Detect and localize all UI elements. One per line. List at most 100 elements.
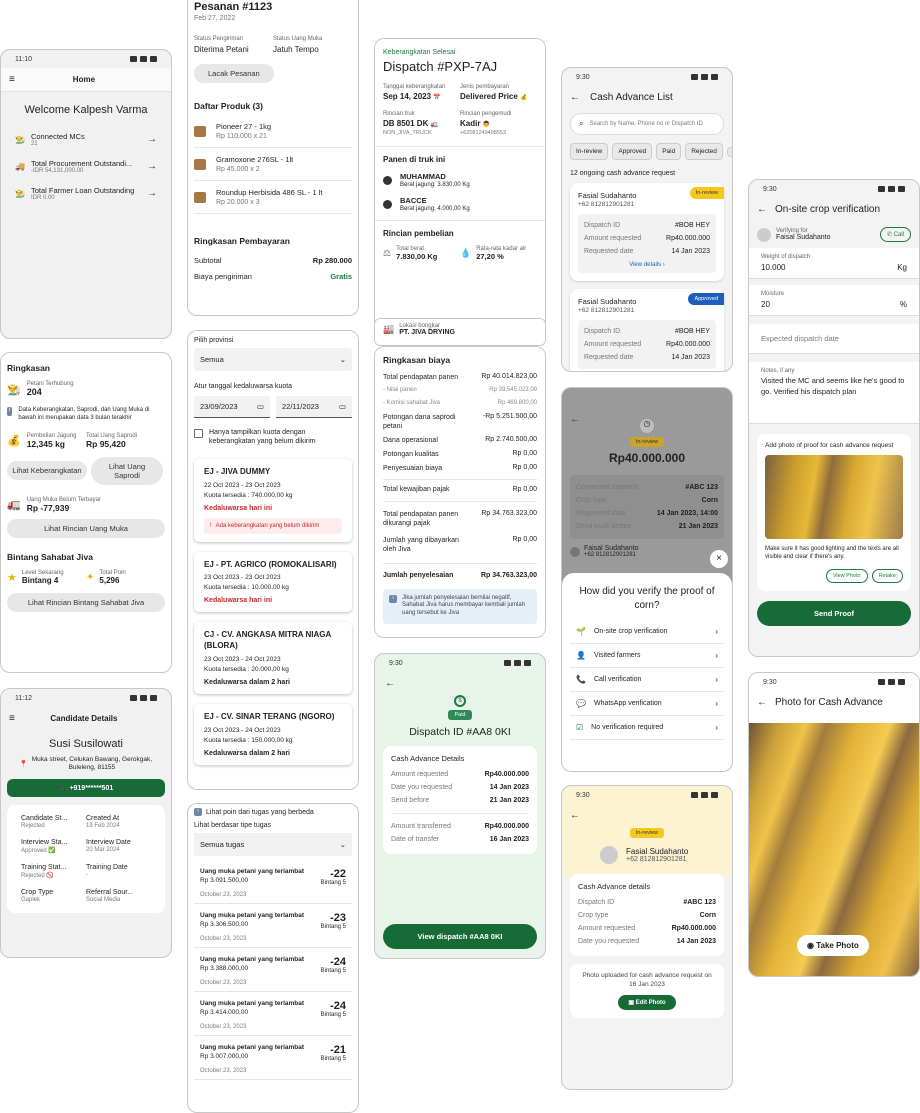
- home-item[interactable]: 🚚 Total Procurement Outstandi... -IDR 54,1…: [1, 153, 171, 180]
- clock-icon: ◷: [640, 419, 654, 433]
- verify-option[interactable]: ☑ No verification required ›: [570, 716, 724, 740]
- detail-row: Crop type Corn: [576, 494, 718, 507]
- tgl-value: Sep 14, 2023: [383, 92, 432, 101]
- task-type-select[interactable]: Semua tugas ⌄: [194, 833, 352, 856]
- weight-field[interactable]: Weight of dispatch 10.000 Kg: [749, 248, 919, 279]
- edit-photo-button[interactable]: ▣ Edit Photo: [618, 994, 676, 1010]
- province-select[interactable]: Semua ⌄: [194, 348, 352, 371]
- quota-date: 22 Oct 2023 - 23 Oct 2023: [204, 481, 281, 489]
- filter-chip[interactable]: Approved: [612, 143, 653, 160]
- back-arrow-icon[interactable]: ←: [375, 672, 545, 695]
- candidate-field: Interview Sta... Approved ✅: [21, 839, 86, 854]
- page-title: Candidate Details: [50, 714, 118, 723]
- notes-field[interactable]: Notes, if any Visited the MC and seems li…: [749, 362, 919, 424]
- call-button[interactable]: 📞 +919******501: [7, 778, 165, 797]
- cash-advance-card[interactable]: In-review Fasial Sudahanto +62 81281290128…: [570, 183, 724, 281]
- filter-chip[interactable]: Rejected: [685, 143, 723, 160]
- status-icons: [691, 74, 718, 80]
- tugas-screen: i Lihat poin dari tugas yang berbeda Liha…: [187, 803, 359, 1113]
- filter-chip[interactable]: In-review: [570, 143, 609, 160]
- option-label: Visited farmers: [593, 652, 641, 659]
- candidate-field: Interview Date 20 Mar 2024: [86, 839, 151, 854]
- pengemudi-sub: +62081249498553: [460, 130, 507, 136]
- chevron-right-icon: ›: [715, 627, 718, 636]
- quota-card[interactable]: EJ - CV. SINAR TERANG (NGORO) 23 Oct 2023…: [194, 704, 352, 765]
- task-item[interactable]: Uang muka petani yang terlambat Rp 3.306.…: [194, 904, 352, 948]
- date-end-input[interactable]: 22/11/2023 ▭: [276, 396, 352, 418]
- cash-advance-card[interactable]: Approved Fasial Sudahanto +62 812812901281…: [570, 289, 724, 371]
- send-proof-button[interactable]: Send Proof: [757, 601, 911, 627]
- status-time: 9:30: [763, 185, 777, 193]
- retake-button[interactable]: Retake: [871, 569, 903, 584]
- task-item[interactable]: Uang muka petani yang terlambat Rp 3.388.…: [194, 948, 352, 992]
- verify-sheet: How did you verify the proof of corn? 🌱 O…: [562, 573, 732, 771]
- uangmuka-button[interactable]: Lihat Rincian Uang Muka: [7, 518, 165, 538]
- detail-row: Connected dispatch #ABC 123: [576, 481, 718, 494]
- search-placeholder: Search by Name, Phone no or Dispatch ID: [589, 121, 703, 127]
- candidate-field: Training Date -: [86, 864, 151, 879]
- cost-row: Potongan kualitas Rp 0,00: [383, 450, 537, 459]
- back-arrow-icon[interactable]: ←: [570, 92, 580, 103]
- filter-chip[interactable]: Paid: [656, 143, 682, 160]
- view-details-link[interactable]: View details ›: [584, 262, 710, 268]
- option-icon: 👤: [576, 651, 586, 660]
- product-item[interactable]: Pioneer 27 - 1kg Rp 110.000 x 21: [194, 115, 352, 148]
- petani-value: 204: [26, 387, 42, 397]
- quota-card[interactable]: EJ - PT. AGRICO (ROMOKALISARI) 23 Oct 202…: [194, 552, 352, 613]
- task-item[interactable]: Uang muka petani yang terlambat Rp 3.007.…: [194, 1036, 352, 1080]
- date-start-input[interactable]: 23/09/2023 ▭: [194, 396, 270, 418]
- product-item[interactable]: Roundup Herbisida 486 SL - 1 lt Rp 20.000…: [194, 181, 352, 214]
- cost-label: Dana operasional: [383, 436, 438, 444]
- dispatch-date-field[interactable]: Expected dispatch date: [749, 324, 919, 354]
- jiva-value: Rp 0,00: [512, 536, 537, 544]
- search-input[interactable]: ⌕ Search by Name, Phone no or Dispatch ID: [570, 113, 724, 135]
- verify-option[interactable]: 🌱 On-site crop verification ›: [570, 620, 724, 644]
- task-item[interactable]: Uang muka petani yang terlambat Rp 3.414.…: [194, 992, 352, 1036]
- status-badge: In-review: [629, 437, 665, 447]
- product-item[interactable]: Gramoxone 276SL - 1lt Rp 45.000 x 2: [194, 148, 352, 181]
- chevron-right-icon: ›: [715, 675, 718, 684]
- truk-label: Rincian truk: [383, 111, 415, 117]
- track-order-button[interactable]: Lacak Pesanan: [194, 64, 274, 83]
- verify-option[interactable]: 💬 WhatsApp verification ›: [570, 692, 724, 716]
- quota-card[interactable]: CJ - CV. ANGKASA MITRA NIAGA (BLORA) 23 O…: [194, 622, 352, 694]
- task-item[interactable]: Uang muka petani yang terlambat Rp 3.091.…: [194, 860, 352, 904]
- menu-icon[interactable]: ≡: [9, 74, 15, 85]
- filter-checkbox[interactable]: [194, 429, 203, 438]
- cost-value: Rp 469.800,00: [497, 399, 537, 406]
- back-arrow-icon[interactable]: ←: [757, 697, 767, 708]
- verify-option[interactable]: 📞 Call verification ›: [570, 668, 724, 692]
- take-photo-button[interactable]: ◉ Take Photo: [797, 935, 869, 956]
- sparkle-icon: ✦: [86, 571, 95, 583]
- detail-value: Rp40.000.000: [671, 925, 716, 932]
- farmer-name: Faisal Sudahanto: [776, 234, 831, 241]
- corn-photo: [765, 455, 903, 539]
- view-dispatch-button[interactable]: View dispatch #AA8 0KI: [383, 924, 537, 949]
- quota-date: 23 Oct 2023 - 24 Oct 2023: [204, 656, 281, 664]
- home-item[interactable]: 👨‍🌾 Connected MCs 21 →: [1, 126, 171, 153]
- view-photo-button[interactable]: View Photo: [825, 569, 868, 584]
- back-arrow-icon[interactable]: ←: [757, 204, 767, 215]
- truk-value: DB 8501 DK: [383, 119, 429, 128]
- menu-icon[interactable]: ≡: [9, 713, 15, 724]
- quota-card[interactable]: EJ - JIVA DUMMY 22 Oct 2023 - 23 Oct 2023…: [194, 459, 352, 542]
- home-item[interactable]: 👨‍🌾 Total Farmer Loan Outstanding IDR 0.00…: [1, 180, 171, 207]
- page-title: Home: [72, 75, 96, 84]
- onsite-screen: 9:30 ← On-site crop verification Verifyin…: [748, 179, 920, 657]
- saprodi-button[interactable]: Lihat Uang Saprodi: [91, 456, 163, 485]
- item-icon: 🚚: [15, 162, 25, 171]
- option-icon: ☑: [576, 723, 584, 732]
- moisture-field[interactable]: Moisture 20%: [749, 285, 919, 316]
- detail-value: 21 Jan 2023: [489, 797, 529, 804]
- status-icons: [691, 792, 718, 798]
- close-icon[interactable]: ×: [710, 550, 728, 568]
- call-button[interactable]: ✆ Call: [879, 227, 911, 242]
- task-amount: Rp 3.388.000,00: [200, 965, 249, 972]
- verify-option[interactable]: 👤 Visited farmers ›: [570, 644, 724, 668]
- photo-hint: Make sure it has good lighting and the t…: [765, 546, 899, 561]
- status-time: 11:12: [15, 694, 32, 702]
- filter-chip-more[interactable]: [726, 146, 732, 157]
- back-arrow-icon[interactable]: ←: [562, 804, 732, 827]
- keberangkatan-button[interactable]: Lihat Keberangkatan: [7, 461, 87, 481]
- bintang-button[interactable]: Lihat Rincian Bintang Sahabat Jiva: [7, 592, 165, 612]
